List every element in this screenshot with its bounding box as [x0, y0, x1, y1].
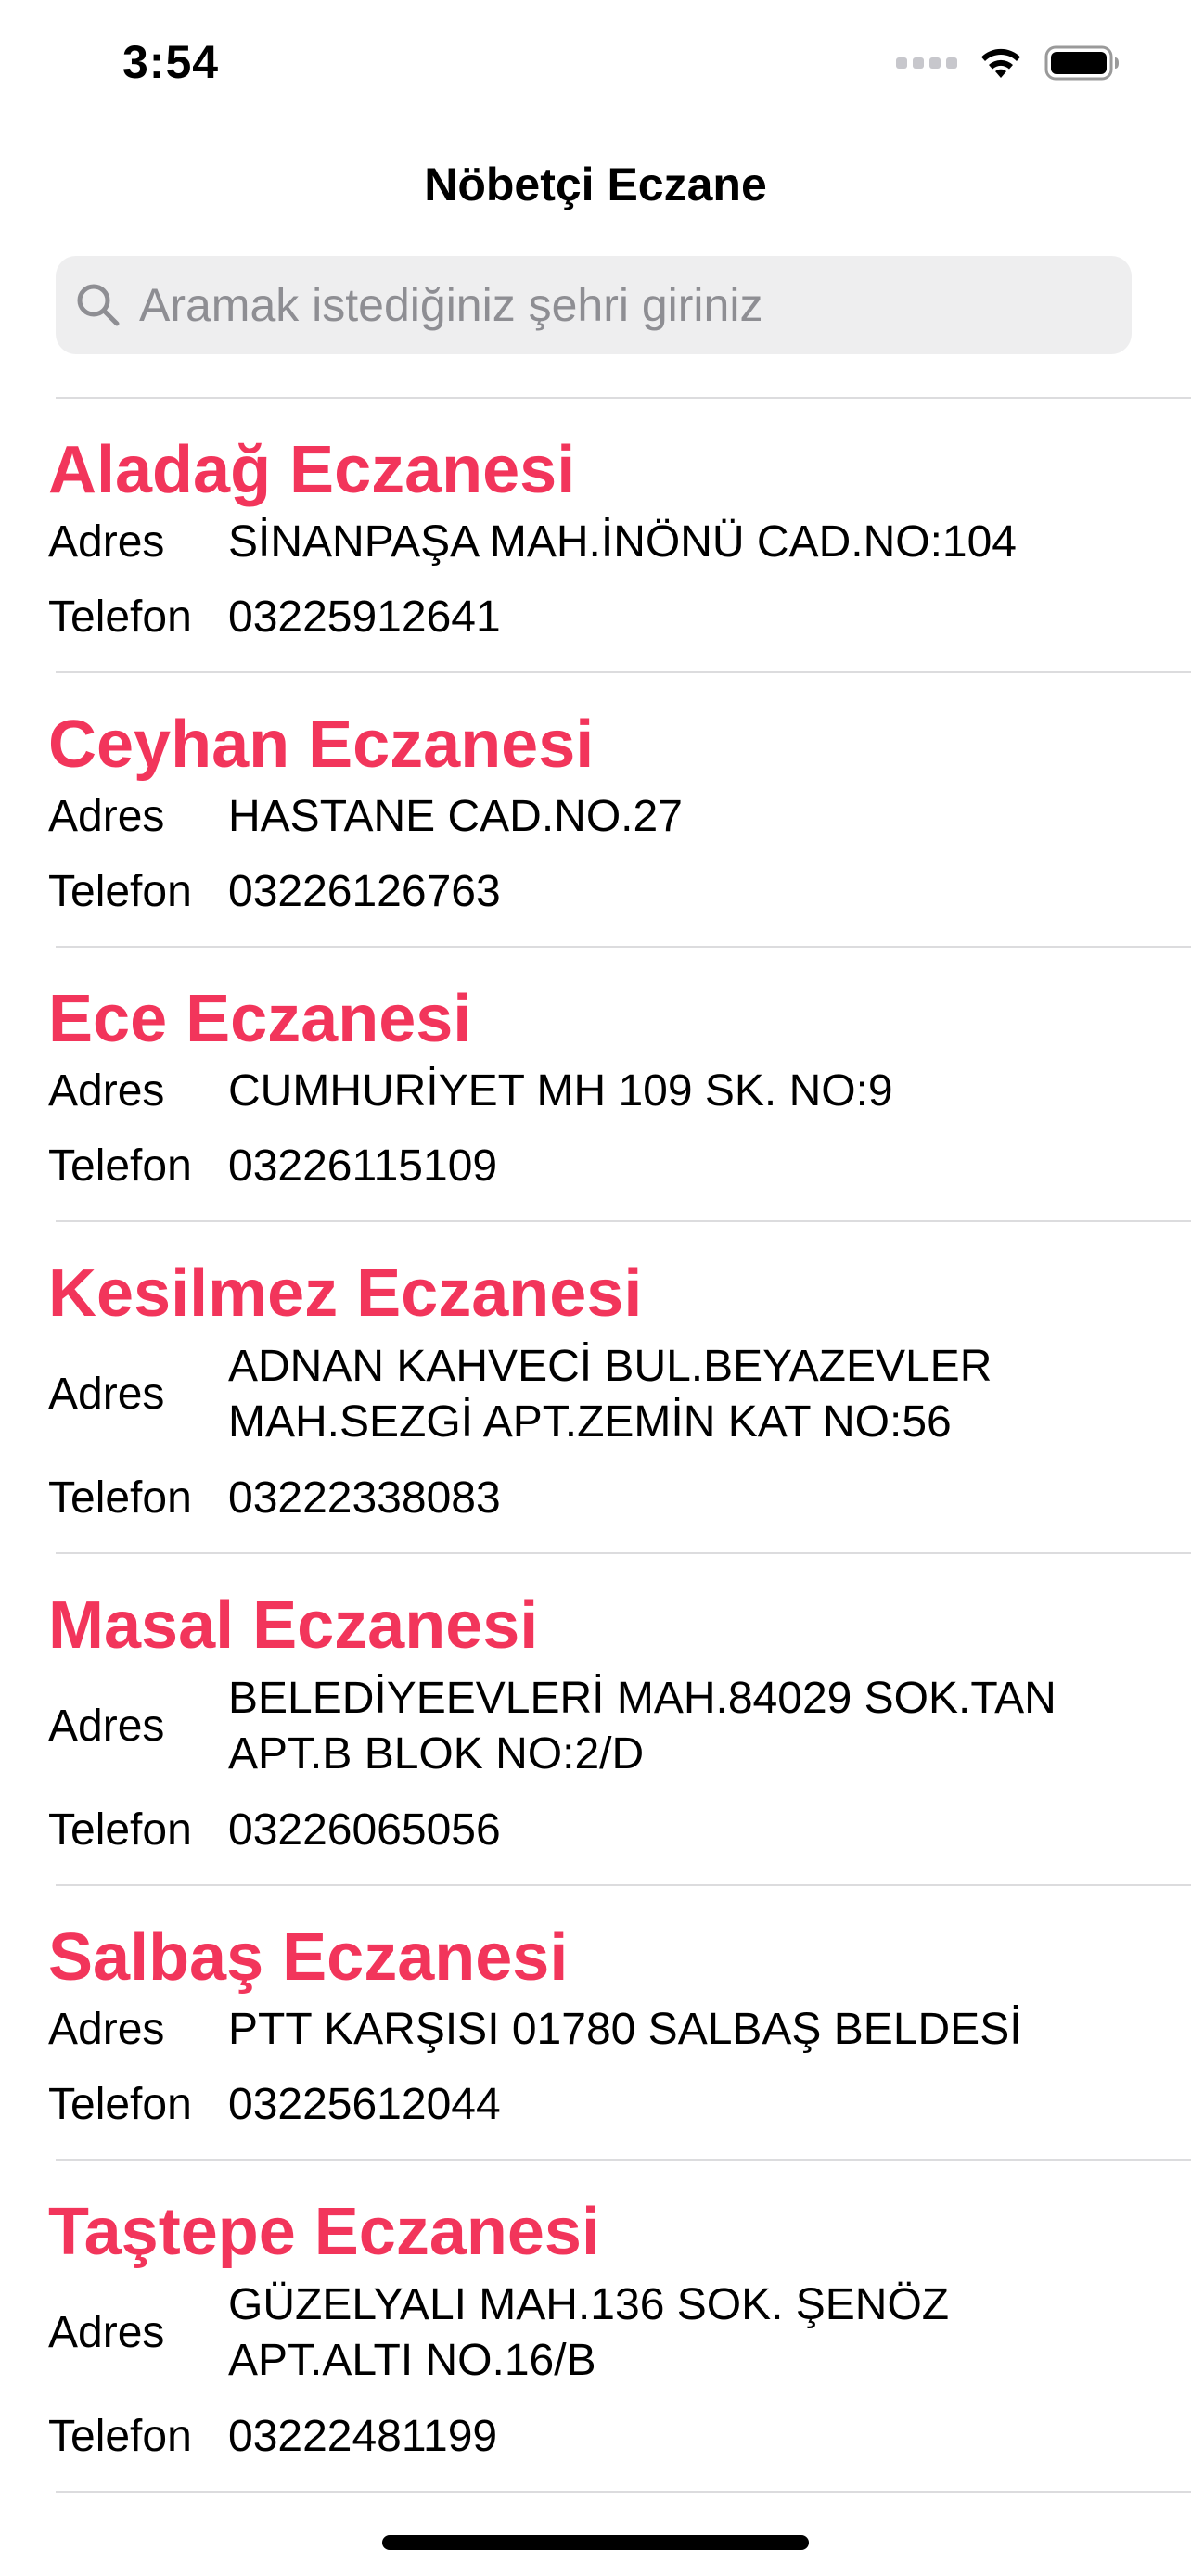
search-icon [72, 279, 124, 331]
list-divider [56, 2491, 1191, 2493]
phone-value: 03222338083 [228, 1473, 501, 1523]
page-title: Nöbetçi Eczane [424, 159, 767, 210]
pharmacy-name: Ceyhan Eczanesi [48, 708, 595, 782]
phone-label: Telefon [48, 593, 192, 642]
pharmacy-name: Kesilmez Eczanesi [48, 1256, 643, 1331]
status-time: 3:54 [122, 36, 220, 88]
address-value: CUMHURİYET MH 109 SK. NO:9 [228, 1066, 893, 1116]
phone-field: Telefon 03226126763 [48, 849, 1154, 946]
battery-icon [1044, 45, 1119, 81]
phone-value: 03226126763 [228, 867, 501, 916]
address-value: BELEDİYEEVLERİ MAH.84029 SOK.TAN APT.B B… [228, 1665, 1057, 1788]
pharmacy-name: Masal Eczanesi [48, 1588, 539, 1663]
address-label: Adres [48, 517, 165, 567]
address-field: Adres BELEDİYEEVLERİ MAH.84029 SOK.TAN A… [48, 1665, 1154, 1788]
address-value: HASTANE CAD.NO.27 [228, 792, 683, 841]
address-value: ADNAN KAHVECİ BUL.BEYAZEVLER MAH.SEZGİ A… [228, 1333, 992, 1456]
address-label: Adres [48, 1370, 165, 1419]
phone-label: Telefon [48, 2412, 192, 2461]
address-value: SİNANPAŞA MAH.İNÖNÜ CAD.NO:104 [228, 517, 1017, 567]
search-input[interactable] [139, 278, 1132, 332]
phone-field: Telefon 03226115109 [48, 1124, 1154, 1220]
list-item[interactable]: Aladağ Eczanesi Adres SİNANPAŞA MAH.İNÖN… [0, 399, 1191, 671]
address-value: PTT KARŞISI 01780 SALBAŞ BELDESİ [228, 2005, 1022, 2054]
address-field: Adres SİNANPAŞA MAH.İNÖNÜ CAD.NO:104 [48, 510, 1154, 575]
address-line: ADNAN KAHVECİ BUL.BEYAZEVLER [228, 1342, 992, 1391]
address-value: GÜZELYALI MAH.136 SOK. ŞENÖZ APT.ALTI NO… [228, 2272, 949, 2394]
search-bar[interactable] [56, 256, 1132, 354]
address-field: Adres CUMHURİYET MH 109 SK. NO:9 [48, 1059, 1154, 1124]
address-field: Adres GÜZELYALI MAH.136 SOK. ŞENÖZ APT.A… [48, 2272, 1154, 2394]
phone-label: Telefon [48, 2080, 192, 2129]
phone-value: 03226115109 [228, 1141, 498, 1191]
address-line: BELEDİYEEVLERİ MAH.84029 SOK.TAN [228, 1674, 1057, 1723]
address-label: Adres [48, 792, 165, 841]
address-label: Adres [48, 2308, 165, 2357]
phone-field: Telefon 03225612044 [48, 2062, 1154, 2159]
address-field: Adres ADNAN KAHVECİ BUL.BEYAZEVLER MAH.S… [48, 1333, 1154, 1456]
list-item[interactable]: Ceyhan Eczanesi Adres HASTANE CAD.NO.27 … [0, 673, 1191, 946]
status-bar: 3:54 [0, 0, 1191, 130]
phone-label: Telefon [48, 1141, 192, 1191]
list-item[interactable]: Ece Eczanesi Adres CUMHURİYET MH 109 SK.… [0, 948, 1191, 1220]
phone-field: Telefon 03222338083 [48, 1456, 1154, 1552]
phone-label: Telefon [48, 1473, 192, 1523]
pharmacy-name: Ece Eczanesi [48, 982, 472, 1056]
phone-value: 03225612044 [228, 2080, 501, 2129]
wifi-icon [981, 48, 1020, 78]
phone-label: Telefon [48, 1805, 192, 1855]
address-label: Adres [48, 2005, 165, 2054]
list-item[interactable]: Masal Eczanesi Adres BELEDİYEEVLERİ MAH.… [0, 1554, 1191, 1884]
phone-label: Telefon [48, 867, 192, 916]
phone-field: Telefon 03225912641 [48, 575, 1154, 671]
list-item[interactable]: Kesilmez Eczanesi Adres ADNAN KAHVECİ BU… [0, 1222, 1191, 1552]
pharmacy-name: Salbaş Eczanesi [48, 1920, 569, 1995]
address-line: GÜZELYALI MAH.136 SOK. ŞENÖZ [228, 2280, 950, 2329]
address-line: APT.B BLOK NO:2/D [228, 1729, 645, 1779]
phone-field: Telefon 03226065056 [48, 1788, 1154, 1884]
phone-field: Telefon 03222481199 [48, 2394, 1154, 2491]
phone-value: 03225912641 [228, 593, 501, 642]
pharmacy-list: Aladağ Eczanesi Adres SİNANPAŞA MAH.İNÖN… [0, 397, 1191, 2493]
pharmacy-name: Aladağ Eczanesi [48, 433, 576, 507]
list-item[interactable]: Salbaş Eczanesi Adres PTT KARŞISI 01780 … [0, 1886, 1191, 2159]
address-field: Adres HASTANE CAD.NO.27 [48, 784, 1154, 849]
home-indicator[interactable] [382, 2535, 809, 2550]
phone-value: 03226065056 [228, 1805, 501, 1855]
cellular-signal-icon [896, 57, 957, 69]
phone-value: 03222481199 [228, 2412, 498, 2461]
address-label: Adres [48, 1066, 165, 1116]
address-label: Adres [48, 1702, 165, 1751]
list-item[interactable]: Taştepe Eczanesi Adres GÜZELYALI MAH.136… [0, 2161, 1191, 2491]
address-line: APT.ALTI NO.16/B [228, 2336, 596, 2385]
address-field: Adres PTT KARŞISI 01780 SALBAŞ BELDESİ [48, 1997, 1154, 2062]
status-icons [896, 45, 1121, 82]
address-line: MAH.SEZGİ APT.ZEMİN KAT NO:56 [228, 1397, 952, 1447]
pharmacy-name: Taştepe Eczanesi [48, 2195, 600, 2269]
